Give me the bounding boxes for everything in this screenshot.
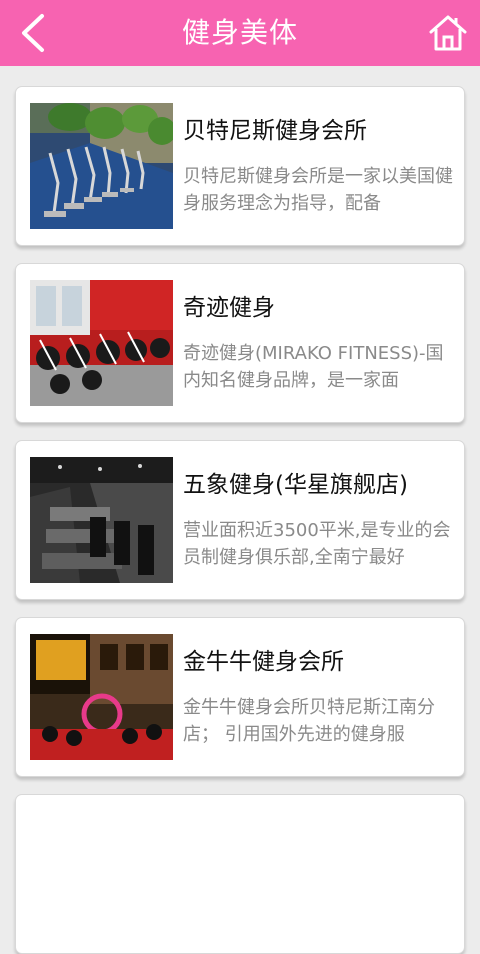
item-title: 贝特尼斯健身会所: [183, 118, 367, 144]
header-bar: 健身美体: [0, 0, 480, 66]
home-button[interactable]: [428, 12, 468, 54]
club-photo: [30, 103, 173, 229]
home-icon: [429, 15, 467, 51]
club-photo: [30, 457, 173, 583]
item-title: 奇迹健身: [183, 295, 275, 321]
list-item[interactable]: 奇迹健身 奇迹健身(MIRAKO FITNESS)-国内知名健身品牌，是一家面: [15, 263, 465, 423]
item-description: 贝特尼斯健身会所是一家以美国健身服务理念为指导，配备: [183, 166, 453, 214]
club-photo: [30, 634, 173, 760]
item-title: 五象健身(华星旗舰店): [183, 472, 408, 498]
list-item[interactable]: 五象健身(华星旗舰店) 营业面积近3500平米,是专业的会员制健身俱乐部,全南宁…: [15, 440, 465, 600]
club-photo: [30, 280, 173, 406]
item-description: 金牛牛健身会所贝特尼斯江南分店； 引用国外先进的健身服: [183, 697, 435, 745]
list-item[interactable]: 金牛牛健身会所 金牛牛健身会所贝特尼斯江南分店； 引用国外先进的健身服: [15, 617, 465, 777]
item-description: 奇迹健身(MIRAKO FITNESS)-国内知名健身品牌，是一家面: [183, 343, 444, 391]
page-title: 健身美体: [181, 16, 298, 49]
list-item[interactable]: [15, 794, 465, 954]
list-item[interactable]: 贝特尼斯健身会所 贝特尼斯健身会所是一家以美国健身服务理念为指导，配备: [15, 86, 465, 246]
item-description: 营业面积近3500平米,是专业的会员制健身俱乐部,全南宁最好: [183, 520, 451, 568]
item-title: 金牛牛健身会所: [183, 649, 344, 675]
